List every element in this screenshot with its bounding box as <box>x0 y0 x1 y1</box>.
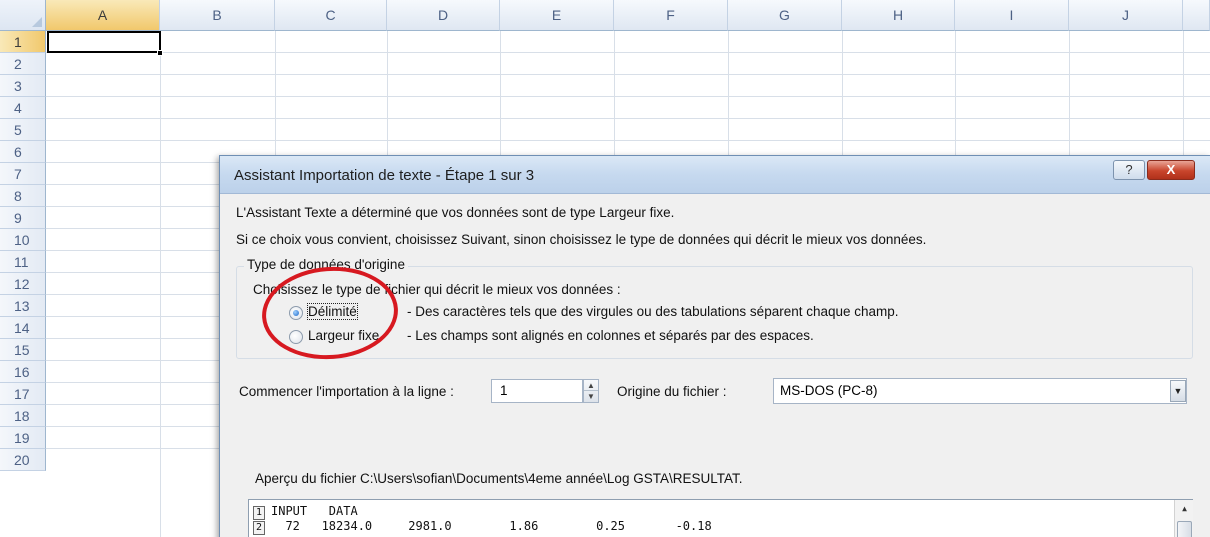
start-row-label: Commencer l'importation à la ligne : <box>239 384 454 399</box>
column-header-g[interactable]: G <box>728 0 842 31</box>
origin-select[interactable]: MS-DOS (PC-8) <box>773 378 1187 404</box>
spinner-up-icon[interactable]: ▲ <box>584 380 598 391</box>
row-header-13[interactable]: 13 <box>0 295 46 317</box>
preview-line: 1 INPUT DATA <box>253 504 358 520</box>
gridline <box>46 118 1210 119</box>
gridline <box>160 31 161 537</box>
dialog-title: Assistant Importation de texte - Étape 1… <box>234 167 535 184</box>
column-header-e[interactable]: E <box>500 0 614 31</box>
preview-line: 2 72 18234.0 2981.0 1.86 0.25 -0.18 <box>253 519 712 535</box>
chevron-down-icon[interactable]: ▼ <box>1170 380 1186 402</box>
row-header-4[interactable]: 4 <box>0 97 46 119</box>
origin-label: Origine du fichier : <box>617 384 727 399</box>
close-button[interactable]: X <box>1147 160 1195 180</box>
spinner-down-icon[interactable]: ▼ <box>584 391 598 402</box>
gridline <box>46 96 1210 97</box>
row-header-5[interactable]: 5 <box>0 119 46 141</box>
row-header-12[interactable]: 12 <box>0 273 46 295</box>
row-header-19[interactable]: 19 <box>0 427 46 449</box>
scroll-up-icon[interactable]: ▲ <box>1175 504 1194 513</box>
column-header-f[interactable]: F <box>614 0 728 31</box>
row-header-15[interactable]: 15 <box>0 339 46 361</box>
column-header-h[interactable]: H <box>842 0 955 31</box>
row-header-7[interactable]: 7 <box>0 163 46 185</box>
gridline <box>46 52 1210 53</box>
column-header-i[interactable]: I <box>955 0 1069 31</box>
gridline <box>46 140 1210 141</box>
column-header-a[interactable]: A <box>46 0 160 31</box>
row-header-17[interactable]: 17 <box>0 383 46 405</box>
row-header-14[interactable]: 14 <box>0 317 46 339</box>
fill-handle[interactable] <box>157 50 163 56</box>
row-header-18[interactable]: 18 <box>0 405 46 427</box>
row-header-9[interactable]: 9 <box>0 207 46 229</box>
column-header-b[interactable]: B <box>160 0 275 31</box>
row-header-8[interactable]: 8 <box>0 185 46 207</box>
gridline <box>46 74 1210 75</box>
row-header-1[interactable]: 1 <box>0 31 46 53</box>
column-header-d[interactable]: D <box>387 0 500 31</box>
column-header-c[interactable]: C <box>275 0 387 31</box>
column-header-j[interactable]: J <box>1069 0 1183 31</box>
preview-label: Aperçu du fichier C:\Users\sofian\Docume… <box>255 471 743 486</box>
help-button[interactable]: ? <box>1113 160 1145 180</box>
dialog-titlebar[interactable]: Assistant Importation de texte - Étape 1… <box>220 156 1210 194</box>
row-header-3[interactable]: 3 <box>0 75 46 97</box>
intro-text-line-1: L'Assistant Texte a déterminé que vos do… <box>236 205 675 220</box>
active-cell-a1[interactable] <box>47 31 161 53</box>
row-header-6[interactable]: 6 <box>0 141 46 163</box>
fixed-width-description: - Les champs sont alignés en colonnes et… <box>407 328 814 343</box>
scroll-thumb[interactable] <box>1177 521 1192 537</box>
delimited-description: - Des caractères tels que des virgules o… <box>407 304 899 319</box>
row-header-10[interactable]: 10 <box>0 229 46 251</box>
select-all-corner[interactable] <box>0 0 46 31</box>
row-header-20[interactable]: 20 <box>0 449 46 471</box>
row-header-2[interactable]: 2 <box>0 53 46 75</box>
intro-text-line-2: Si ce choix vous convient, choisissez Su… <box>236 232 927 247</box>
row-header-11[interactable]: 11 <box>0 251 46 273</box>
column-header-partial[interactable] <box>1183 0 1210 31</box>
row-header-16[interactable]: 16 <box>0 361 46 383</box>
start-row-input[interactable]: 1 <box>491 379 583 403</box>
start-row-spinner[interactable]: ▲ ▼ <box>583 379 599 403</box>
preview-scrollbar[interactable]: ▲ <box>1174 500 1193 537</box>
file-preview[interactable]: 1 INPUT DATA 2 72 18234.0 2981.0 1.86 0.2… <box>248 499 1193 537</box>
